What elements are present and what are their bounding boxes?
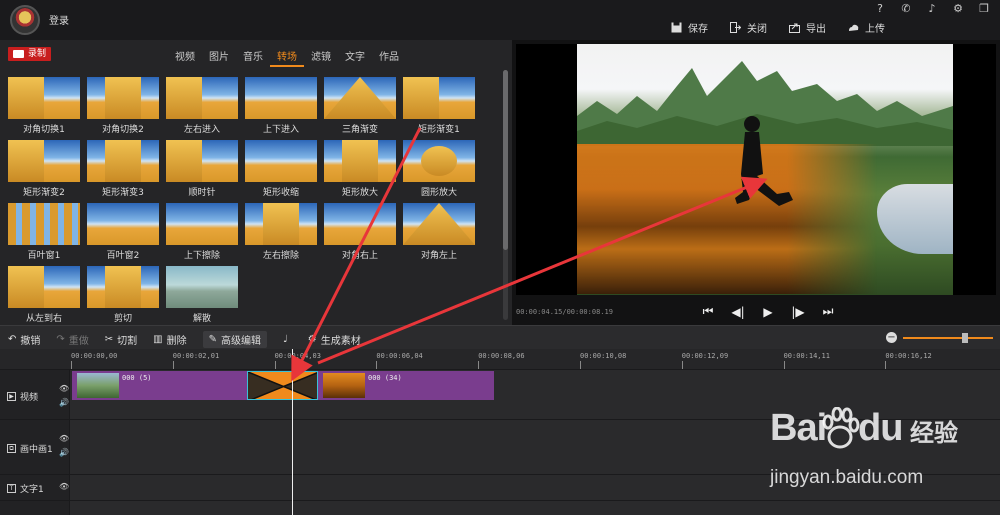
- paw-logo: [822, 407, 860, 449]
- watermark-brand-suffix: du: [858, 407, 903, 449]
- baidu-watermark: Bai du 经验 jingyan.baidu.com: [770, 407, 1000, 502]
- arrow-to-preview: [317, 176, 768, 365]
- watermark-brand: Bai: [770, 407, 827, 449]
- arrow-to-timeline: [291, 127, 422, 382]
- watermark-url: jingyan.baidu.com: [770, 467, 924, 488]
- watermark-jingyan: 经验: [910, 419, 958, 447]
